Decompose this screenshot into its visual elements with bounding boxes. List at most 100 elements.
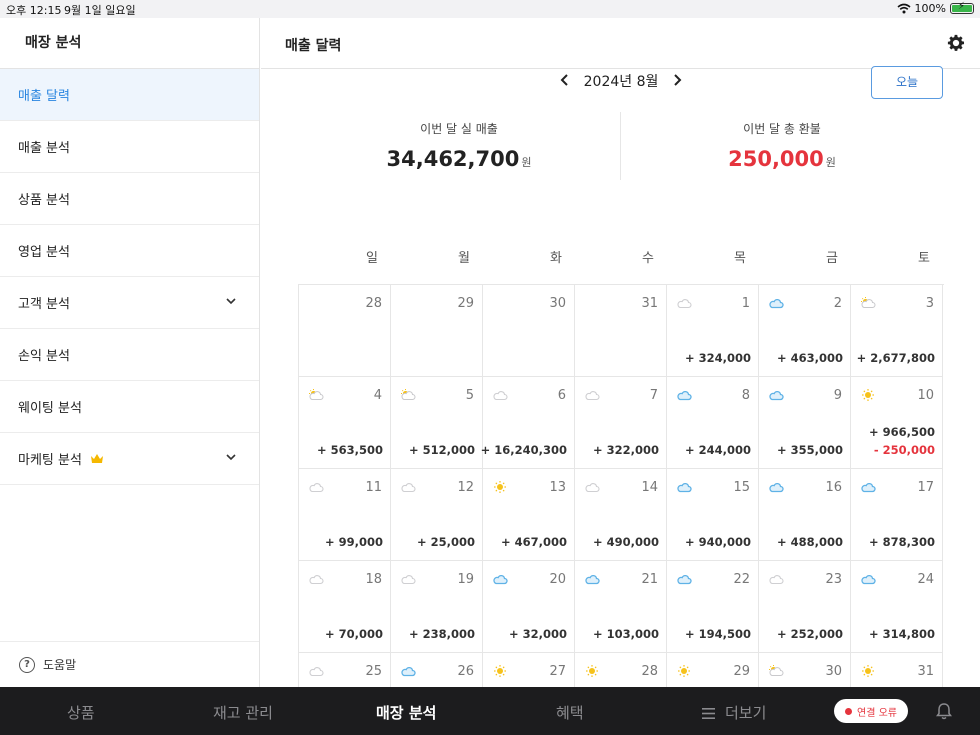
sun-icon: [494, 665, 506, 677]
gear-icon[interactable]: [947, 34, 965, 52]
sidebar-item-customer-analysis[interactable]: 고객 분석: [0, 277, 259, 329]
tab-label: 더보기: [725, 704, 767, 722]
tab-products[interactable]: 상품: [67, 702, 95, 723]
sidebar-item-marketing-analysis[interactable]: 마케팅 분석: [0, 433, 259, 485]
calendar-day-cell[interactable]: 5 + 512,000: [391, 377, 483, 469]
cloud-icon: [677, 299, 692, 309]
calendar-day-cell[interactable]: 4 + 563,500: [299, 377, 391, 469]
calendar-day-cell[interactable]: 10 + 966,500 - 250,000: [851, 377, 943, 469]
calendar-day-cell[interactable]: 31: [851, 653, 943, 687]
calendar-day-cell[interactable]: 11 + 99,000: [299, 469, 391, 561]
weekday-label: 목: [734, 251, 746, 266]
tab-benefits[interactable]: 혜택: [556, 702, 584, 723]
calendar-day-cell[interactable]: 18 + 70,000: [299, 561, 391, 653]
cloud-icon: [309, 575, 324, 585]
sidebar-item-product-analysis[interactable]: 상품 분석: [0, 173, 259, 225]
chevron-right-icon[interactable]: [671, 72, 683, 88]
chevron-left-icon[interactable]: [559, 72, 571, 88]
day-number: 23: [825, 572, 842, 587]
sidebar-item-label: 고객 분석: [18, 297, 70, 312]
calendar-day-cell[interactable]: 29: [667, 653, 759, 687]
calendar-day-cell[interactable]: 23 + 252,000: [759, 561, 851, 653]
calendar-day-cell[interactable]: 26: [391, 653, 483, 687]
sidebar-item-sales-analysis[interactable]: 매출 분석: [0, 121, 259, 173]
calendar-day-cell[interactable]: 17 + 878,300: [851, 469, 943, 561]
calendar-day-cell[interactable]: 29: [391, 285, 483, 377]
day-number: 30: [825, 664, 842, 679]
battery-percent: 100%: [914, 2, 946, 15]
wifi-icon: [897, 3, 911, 14]
calendar-day-cell[interactable]: 25: [299, 653, 391, 687]
cloud-icon: [493, 575, 508, 585]
cloud-icon: [861, 483, 876, 493]
calendar-day-cell[interactable]: 20 + 32,000: [483, 561, 575, 653]
tab-more[interactable]: 더보기: [702, 702, 766, 723]
cloud-icon: [677, 483, 692, 493]
calendar-day-cell[interactable]: 3 + 2,677,800: [851, 285, 943, 377]
bottom-tab-bar: 상품 재고 관리 매장 분석 혜택 더보기 연결 오류: [0, 687, 980, 735]
tab-store-analytics[interactable]: 매장 분석: [376, 702, 436, 723]
sales-amount: + 252,000: [776, 627, 843, 641]
calendar-day-cell[interactable]: 19 + 238,000: [391, 561, 483, 653]
sales-amount: + 2,677,800: [856, 351, 935, 365]
calendar-day-cell[interactable]: 16 + 488,000: [759, 469, 851, 561]
calendar-day-cell[interactable]: 9 + 355,000: [759, 377, 851, 469]
calendar-day-cell[interactable]: 13 + 467,000: [483, 469, 575, 561]
sales-amount: + 467,000: [500, 535, 567, 549]
net-sales-value-row: 34,462,700 원: [299, 147, 619, 171]
day-number: 5: [465, 388, 474, 403]
sales-amount: + 99,000: [324, 535, 383, 549]
day-number: 27: [549, 664, 566, 679]
calendar-day-cell[interactable]: 7 + 322,000: [575, 377, 667, 469]
partly-sunny-icon: [401, 389, 416, 400]
calendar-day-cell[interactable]: 12 + 25,000: [391, 469, 483, 561]
day-number: 14: [641, 480, 658, 495]
calendar-day-cell[interactable]: 15 + 940,000: [667, 469, 759, 561]
sidebar-item-sales-calendar[interactable]: 매출 달력: [0, 69, 259, 121]
calendar-day-cell[interactable]: 30: [759, 653, 851, 687]
tab-label: 재고 관리: [213, 704, 273, 722]
connection-status-label: 연결 오류: [857, 707, 897, 719]
calendar-day-cell[interactable]: 27: [483, 653, 575, 687]
sidebar-item-profit-analysis[interactable]: 손익 분석: [0, 329, 259, 381]
day-number: 21: [641, 572, 658, 587]
sidebar-item-business-analysis[interactable]: 영업 분석: [0, 225, 259, 277]
sidebar-item-waiting-analysis[interactable]: 웨이팅 분석: [0, 381, 259, 433]
day-number: 29: [733, 664, 750, 679]
cloud-icon: [585, 575, 600, 585]
sales-amount: + 324,000: [684, 351, 751, 365]
sidebar-item-label: 매출 분석: [18, 141, 70, 156]
calendar-day-cell[interactable]: 24 + 314,800: [851, 561, 943, 653]
net-sales-unit: 원: [521, 156, 532, 169]
sales-amount: + 314,800: [868, 627, 935, 641]
calendar-day-cell[interactable]: 28: [575, 653, 667, 687]
calendar-day-cell[interactable]: 30: [483, 285, 575, 377]
sidebar-list: 매출 달력매출 분석상품 분석 영업 분석고객 분석손익 분석 웨이팅 분석 마케팅 …: [0, 69, 259, 485]
bell-icon[interactable]: [934, 701, 954, 721]
sales-amount: + 463,000: [776, 351, 843, 365]
calendar-day-cell[interactable]: 22 + 194,500: [667, 561, 759, 653]
cloud-icon: [677, 391, 692, 401]
calendar-day-cell[interactable]: 14 + 490,000: [575, 469, 667, 561]
weekday-label: 일: [366, 251, 378, 266]
cloud-icon: [769, 299, 784, 309]
sidebar: 매장 분석 매출 달력 매출 분석 상품 분석 영업 분석 고객 분석 손익 분석 웨이팅 …: [0, 18, 260, 687]
status-right: 100% ⚡: [897, 1, 974, 15]
calendar-day-cell[interactable]: 28: [299, 285, 391, 377]
sidebar-item-label: 매출 달력: [18, 89, 70, 104]
refund-amount: - 250,000: [873, 443, 935, 457]
day-number: 31: [917, 664, 934, 679]
calendar-day-cell[interactable]: 8 + 244,000: [667, 377, 759, 469]
day-number: 3: [925, 296, 934, 311]
help-button[interactable]: ? 도움말: [0, 641, 259, 687]
calendar-day-cell[interactable]: 2 + 463,000: [759, 285, 851, 377]
chevron-down-icon: [226, 454, 236, 461]
connection-error-badge[interactable]: 연결 오류: [834, 699, 908, 723]
calendar-day-cell[interactable]: 1 + 324,000: [667, 285, 759, 377]
calendar-day-cell[interactable]: 31: [575, 285, 667, 377]
calendar-day-cell[interactable]: 6 + 16,240,300: [481, 377, 575, 469]
today-button[interactable]: 오늘: [871, 66, 943, 99]
tab-inventory[interactable]: 재고 관리: [213, 702, 273, 723]
calendar-day-cell[interactable]: 21 + 103,000: [575, 561, 667, 653]
main-header: 매출 달력: [261, 18, 980, 69]
